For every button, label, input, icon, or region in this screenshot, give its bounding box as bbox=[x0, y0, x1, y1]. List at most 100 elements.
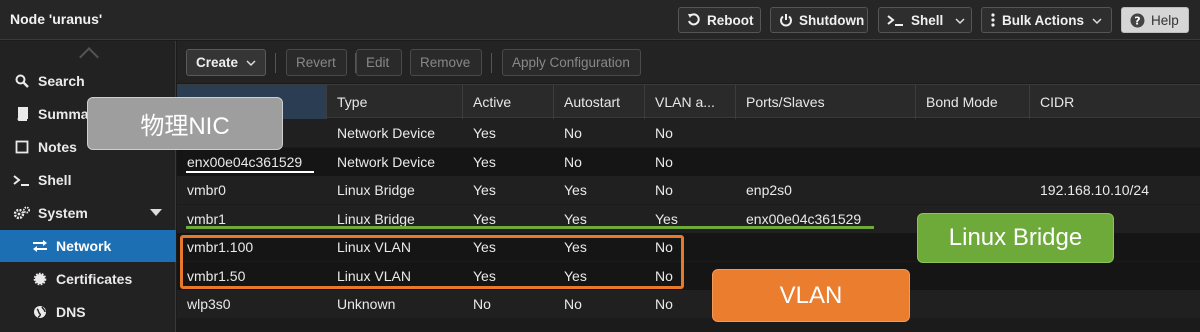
sidebar-item-label: System bbox=[38, 205, 88, 221]
cell-bond-mode bbox=[916, 148, 926, 176]
bridge-underline bbox=[186, 226, 874, 229]
sidebar-item-label: DNS bbox=[56, 304, 86, 320]
network-toolbar: Create Revert Edit Remove Apply Configur… bbox=[177, 41, 1200, 83]
top-bar: Node 'uranus' Reboot Shutdown Shell Bulk… bbox=[0, 0, 1200, 40]
toolbar-separator bbox=[491, 53, 492, 73]
cell-ports-slaves bbox=[736, 233, 746, 261]
revert-button[interactable]: Revert bbox=[286, 49, 347, 76]
column-header-vlan-aware[interactable]: VLAN a... bbox=[645, 85, 736, 119]
column-header-autostart[interactable]: Autostart bbox=[554, 85, 645, 119]
ellipsis-vertical-icon bbox=[990, 13, 996, 27]
shutdown-button[interactable]: Shutdown bbox=[770, 7, 868, 33]
terminal-icon bbox=[12, 173, 32, 187]
cell-cidr bbox=[1030, 290, 1040, 318]
sidebar-item-search[interactable]: Search bbox=[0, 65, 176, 97]
nic-callout: 物理NIC bbox=[87, 97, 283, 150]
cell-ports-slaves bbox=[736, 119, 746, 147]
column-header-bond-mode[interactable]: Bond Mode bbox=[916, 85, 1030, 119]
cell-type: Network Device bbox=[337, 153, 436, 170]
search-icon bbox=[12, 74, 32, 88]
cell-bond-mode bbox=[916, 119, 926, 147]
cell-cidr bbox=[1030, 262, 1040, 290]
help-button[interactable]: ? Help bbox=[1121, 7, 1189, 33]
remove-label: Remove bbox=[420, 55, 471, 70]
cell-active: Yes bbox=[473, 125, 496, 141]
sidebar-item-certificates[interactable]: Certificates bbox=[0, 263, 176, 295]
bulk-actions-button[interactable]: Bulk Actions bbox=[981, 7, 1112, 33]
shutdown-label: Shutdown bbox=[799, 12, 865, 28]
create-label: Create bbox=[196, 55, 239, 70]
sidebar-item-network[interactable]: Network bbox=[0, 230, 176, 262]
cell-active: Yes bbox=[473, 153, 496, 170]
cell-vlan-aware: No bbox=[655, 125, 673, 141]
cell-type: Linux Bridge bbox=[337, 182, 415, 198]
revert-label: Revert bbox=[296, 55, 336, 70]
cell-autostart: No bbox=[564, 125, 582, 141]
caret-down-icon[interactable] bbox=[150, 209, 162, 216]
cell-ports-slaves: enp2s0 bbox=[746, 182, 792, 198]
sidebar-item-label: Shell bbox=[38, 172, 72, 188]
globe-icon bbox=[30, 305, 50, 319]
cell-vlan-aware: No bbox=[655, 182, 673, 198]
column-header-cidr[interactable]: CIDR bbox=[1030, 85, 1200, 119]
nic-underline bbox=[186, 171, 314, 173]
cell-cidr bbox=[1030, 119, 1040, 147]
notes-icon bbox=[12, 140, 32, 154]
certificate-icon bbox=[30, 272, 50, 286]
cell-name: wlp3s0 bbox=[187, 296, 231, 312]
cell-type: Unknown bbox=[337, 296, 396, 312]
sidebar-item-label: Search bbox=[38, 73, 85, 89]
shell-label: Shell bbox=[911, 12, 944, 28]
edit-label: Edit bbox=[366, 55, 390, 70]
cell-autostart: No bbox=[564, 153, 582, 170]
edit-button[interactable]: Edit bbox=[356, 49, 402, 76]
sidebar-item-shell[interactable]: Shell bbox=[0, 164, 176, 196]
create-button[interactable]: Create bbox=[186, 49, 266, 76]
question-circle-icon: ? bbox=[1130, 13, 1145, 28]
help-label: Help bbox=[1151, 12, 1179, 28]
reboot-label: Reboot bbox=[707, 12, 754, 28]
cell-active: Yes bbox=[473, 182, 496, 198]
terminal-icon bbox=[887, 13, 905, 27]
remove-button[interactable]: Remove bbox=[410, 49, 482, 76]
shell-button[interactable]: Shell bbox=[878, 7, 972, 33]
scroll-up-arrow-icon[interactable] bbox=[79, 47, 99, 67]
table-row[interactable]: wlp3s0 Unknown No No No bbox=[177, 290, 1200, 318]
node-title: Node 'uranus' bbox=[10, 11, 103, 27]
table-row[interactable]: vmbr0 Linux Bridge Yes Yes No enp2s0 192.168.1… bbox=[177, 176, 1200, 204]
sidebar: Search Summary Notes Shell System Networ… bbox=[0, 41, 176, 332]
reboot-button[interactable]: Reboot bbox=[678, 7, 761, 33]
cell-ports-slaves bbox=[736, 148, 746, 176]
cell-cidr bbox=[1030, 148, 1040, 176]
toolbar-separator bbox=[275, 53, 276, 73]
bridge-callout: Linux Bridge bbox=[917, 213, 1114, 263]
cell-autostart: No bbox=[564, 296, 582, 312]
table-row[interactable]: enx00e04c361529 Network Device Yes No No bbox=[177, 147, 1200, 176]
cell-autostart: Yes bbox=[564, 182, 587, 198]
sidebar-item-label: Certificates bbox=[56, 271, 133, 287]
grid-header: Name Type Active Autostart VLAN a... Por… bbox=[177, 84, 1200, 119]
sidebar-item-label: Network bbox=[56, 238, 112, 254]
chevron-down-icon bbox=[246, 55, 256, 70]
undo-icon bbox=[687, 13, 701, 27]
cell-cidr: 192.168.10.10/24 bbox=[1040, 182, 1149, 198]
cogs-icon bbox=[12, 206, 32, 220]
table-row[interactable]: enp2s0Network DeviceYesNoNo bbox=[177, 119, 1200, 147]
chevron-down-icon[interactable] bbox=[955, 13, 965, 28]
bulk-actions-label: Bulk Actions bbox=[1002, 12, 1085, 28]
sidebar-item-dns[interactable]: DNS bbox=[0, 296, 176, 328]
cell-bond-mode bbox=[916, 290, 926, 318]
cell-vlan-aware: No bbox=[655, 296, 673, 312]
book-icon bbox=[12, 107, 32, 121]
column-header-type[interactable]: Type bbox=[327, 85, 463, 119]
column-header-active[interactable]: Active bbox=[463, 85, 554, 119]
cell-bond-mode bbox=[916, 262, 926, 290]
power-icon bbox=[779, 13, 793, 27]
apply-configuration-button[interactable]: Apply Configuration bbox=[502, 49, 641, 76]
chevron-down-icon bbox=[1092, 13, 1102, 28]
sidebar-item-system[interactable]: System bbox=[0, 197, 176, 229]
column-header-ports-slaves[interactable]: Ports/Slaves bbox=[736, 85, 916, 119]
svg-text:?: ? bbox=[1134, 14, 1140, 27]
sidebar-item-label: Notes bbox=[38, 139, 77, 155]
exchange-icon bbox=[30, 239, 50, 253]
